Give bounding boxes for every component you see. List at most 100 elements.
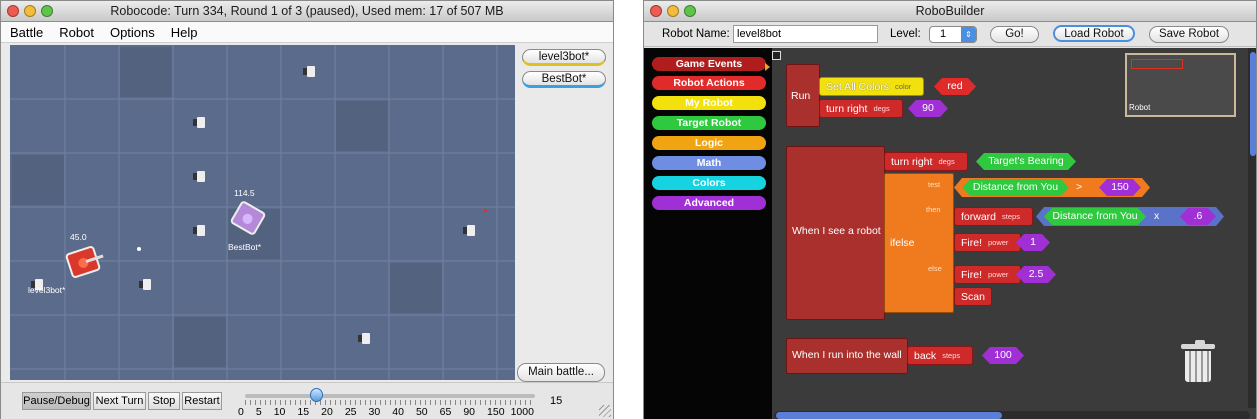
turn-right-label: turn right	[891, 155, 933, 168]
preview-robot-icon	[1131, 59, 1183, 69]
script-canvas[interactable]: Run Set All Colors color red turn right …	[772, 48, 1256, 419]
robot-name-label: BestBot*	[228, 242, 262, 252]
forward-block[interactable]: forward steps	[954, 207, 1033, 226]
close-icon[interactable]	[7, 5, 19, 17]
mine-icon	[303, 66, 315, 77]
stop-button[interactable]: Stop	[148, 392, 180, 410]
category-game-events[interactable]: Game Events	[652, 57, 766, 71]
slider-tick-label: 5	[255, 406, 262, 418]
minimize-icon[interactable]	[24, 5, 36, 17]
slider-tick-label: 10	[273, 406, 286, 418]
robocode-title: Robocode: Turn 334, Round 1 of 3 (paused…	[110, 4, 504, 18]
slider-tick-label: 50	[415, 406, 428, 418]
collapse-arrow-icon[interactable]	[765, 63, 770, 71]
category-advanced[interactable]: Advanced	[652, 196, 766, 210]
robot-button-level3bot[interactable]: level3bot*	[522, 49, 606, 66]
turn-right-block[interactable]: turn right degs	[819, 99, 903, 118]
back-block[interactable]: back steps	[907, 346, 974, 365]
go-button[interactable]: Go!	[990, 26, 1039, 43]
robobuilder-title: RoboBuilder	[915, 4, 985, 18]
steps-param-label: steps	[1002, 212, 1020, 221]
degs-param-label: degs	[873, 104, 890, 113]
slider-tick-label: 30	[368, 406, 381, 418]
set-all-colors-block[interactable]: Set All Colors color	[819, 77, 925, 96]
color-param-label: color	[895, 82, 912, 91]
category-my-robot[interactable]: My Robot	[652, 96, 766, 110]
load-robot-button[interactable]: Load Robot	[1053, 25, 1135, 42]
color-value-slot[interactable]: red	[934, 78, 976, 95]
run-label: Run	[791, 90, 811, 102]
menu-battle[interactable]: Battle	[10, 25, 43, 40]
zoom-icon[interactable]	[684, 5, 696, 17]
category-logic[interactable]: Logic	[652, 136, 766, 150]
turn-value-slot[interactable]: 90	[908, 100, 948, 117]
slider-tick-label: 150	[487, 406, 505, 418]
category-robot-actions[interactable]: Robot Actions	[652, 76, 766, 90]
slider-tick-label: 40	[392, 406, 404, 418]
vertical-scrollbar[interactable]	[1248, 48, 1256, 408]
fire-block[interactable]: Fire! power	[954, 265, 1022, 284]
restart-button[interactable]: Restart	[182, 392, 222, 410]
resize-grip-icon[interactable]	[599, 405, 611, 417]
targets-bearing-slot[interactable]: Target's Bearing	[976, 153, 1076, 170]
robot-name-input[interactable]: level8bot	[733, 25, 878, 43]
robot-preview: Robot	[1125, 53, 1236, 117]
robot-energy: 114.5	[234, 188, 255, 198]
mine-icon	[193, 171, 205, 182]
trash-icon[interactable]	[1181, 340, 1215, 382]
minimize-icon[interactable]	[667, 5, 679, 17]
threshold-slot[interactable]: 150	[1099, 179, 1141, 196]
slider-tick-label: 65	[439, 406, 452, 418]
else-label: else	[928, 264, 942, 273]
tps-slider[interactable]	[245, 388, 535, 405]
canvas-menu-icon[interactable]	[772, 51, 781, 60]
horizontal-scrollbar[interactable]	[774, 411, 1250, 419]
menu-options[interactable]: Options	[110, 25, 155, 40]
battle-arena[interactable]: 45.0 level3bot* 114.5 BestBot*	[10, 45, 515, 380]
distance-from-you-slot[interactable]: Distance from You	[962, 179, 1069, 196]
robot-name-label: Robot Name:	[662, 28, 730, 40]
window-controls	[650, 5, 696, 17]
main-battle-button[interactable]: Main battle...	[517, 363, 605, 382]
zoom-icon[interactable]	[41, 5, 53, 17]
menu-help[interactable]: Help	[171, 25, 198, 40]
chevron-updown-icon: ⇕	[961, 27, 976, 42]
fire-power-slot[interactable]: 1	[1016, 234, 1050, 251]
mine-icon	[463, 225, 475, 236]
level-select[interactable]: 1 ⇕	[929, 26, 977, 43]
when-see-robot-label: When I see a robot	[792, 225, 881, 237]
turn-right-block[interactable]: turn right degs	[884, 152, 968, 171]
turret-icon	[240, 212, 255, 226]
slider-value: 15	[550, 395, 563, 407]
robot-button-bestbot[interactable]: BestBot*	[522, 71, 606, 88]
next-turn-button[interactable]: Next Turn	[93, 392, 146, 410]
fire-power-slot[interactable]: 2.5	[1016, 266, 1056, 283]
save-robot-button[interactable]: Save Robot	[1149, 26, 1229, 43]
menu-robot[interactable]: Robot	[59, 25, 94, 40]
robot-energy: 45.0	[70, 232, 87, 242]
slider-thumb[interactable]	[310, 388, 323, 402]
robocode-window: Robocode: Turn 334, Round 1 of 3 (paused…	[0, 0, 614, 419]
then-label: then	[926, 205, 941, 214]
scrollbar-thumb[interactable]	[776, 412, 1002, 419]
pause-debug-button[interactable]: Pause/Debug	[22, 392, 91, 410]
set-all-colors-label: Set All Colors	[826, 80, 890, 93]
close-icon[interactable]	[650, 5, 662, 17]
category-math[interactable]: Math	[652, 156, 766, 170]
back-value-slot[interactable]: 100	[982, 347, 1024, 364]
fire-block[interactable]: Fire! power	[954, 233, 1022, 252]
scan-block[interactable]: Scan	[954, 287, 992, 306]
category-palette: Game Events Robot Actions My Robot Targe…	[644, 48, 772, 419]
scrollbar-thumb[interactable]	[1250, 52, 1256, 156]
power-param-label: power	[988, 270, 1009, 279]
mine-icon	[139, 279, 151, 290]
category-target-robot[interactable]: Target Robot	[652, 116, 766, 130]
window-controls	[7, 5, 53, 17]
slider-tick-label: 15	[297, 406, 310, 418]
distance-from-you-slot[interactable]: Distance from You	[1044, 208, 1146, 225]
level-value: 1	[940, 28, 947, 40]
category-colors[interactable]: Colors	[652, 176, 766, 190]
gt-operator: >	[1076, 181, 1083, 193]
mine-icon	[193, 117, 205, 128]
slider-tick-label: 25	[344, 406, 357, 418]
